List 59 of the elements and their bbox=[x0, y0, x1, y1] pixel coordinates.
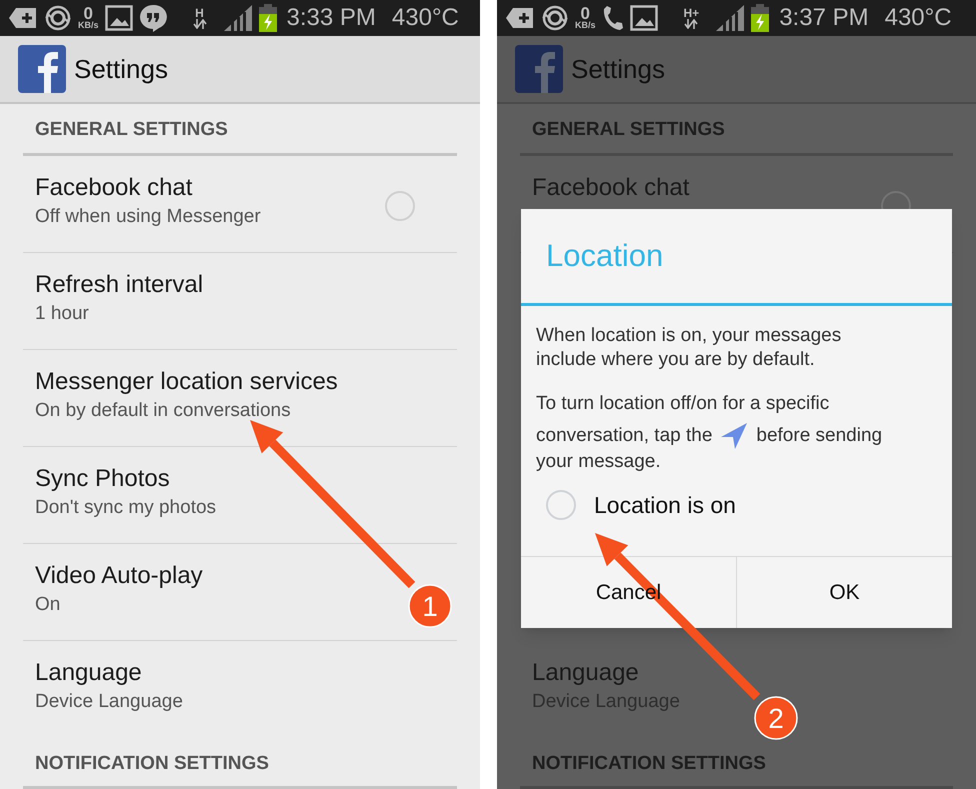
radio-button[interactable] bbox=[546, 490, 576, 520]
image-icon bbox=[630, 5, 658, 31]
dialog-button[interactable]: OK bbox=[736, 557, 952, 628]
setting-title: Language bbox=[532, 658, 639, 688]
network-type: H bbox=[195, 7, 204, 19]
dialog-hint-line: conversation, tap the bbox=[536, 424, 712, 448]
dialog-hint-line: your message. bbox=[536, 450, 661, 474]
data-unit: KB/s bbox=[78, 21, 99, 30]
sync-icon bbox=[44, 4, 72, 32]
section-header: GENERAL SETTINGS bbox=[532, 119, 725, 140]
setting-summary: On bbox=[35, 592, 60, 616]
screen-title: Settings bbox=[571, 52, 665, 86]
setting-title: Messenger location services bbox=[35, 366, 338, 396]
charging-battery-icon bbox=[751, 4, 770, 32]
data-arrows-icon bbox=[192, 19, 207, 29]
setting-summary: 1 hour bbox=[35, 302, 89, 326]
data-unit: KB/s bbox=[575, 21, 596, 30]
facebook-logo-icon bbox=[515, 45, 563, 93]
sync-icon bbox=[541, 4, 569, 32]
step-number-badge: 1 bbox=[408, 584, 452, 628]
setting-title: Sync Photos bbox=[35, 464, 170, 494]
phone-icon bbox=[602, 5, 624, 31]
signal-icon bbox=[222, 4, 253, 32]
facebook-logo-icon bbox=[18, 45, 66, 93]
clock: 3:37 PM bbox=[779, 3, 869, 33]
checkbox[interactable] bbox=[385, 190, 415, 220]
section-header: NOTIFICATION SETTINGS bbox=[532, 752, 766, 774]
dialog-hint-line: To turn location off/on for a specific bbox=[536, 392, 830, 416]
setting-summary: On by default in conversations bbox=[35, 398, 291, 422]
data-rate: 0 bbox=[84, 6, 93, 21]
charging-battery-icon bbox=[258, 4, 277, 32]
section-header: GENERAL SETTINGS bbox=[35, 119, 228, 140]
temperature: 430°C bbox=[884, 3, 952, 33]
setting-title: Video Auto-play bbox=[35, 560, 203, 590]
dialog-hint-line: before sending bbox=[756, 424, 882, 448]
setting-summary: Off when using Messenger bbox=[35, 204, 261, 228]
setting-summary: Don't sync my photos bbox=[35, 496, 216, 520]
setting-title: Refresh interval bbox=[35, 270, 204, 300]
screen-title: Settings bbox=[74, 52, 168, 86]
setting-title: Language bbox=[35, 658, 142, 688]
setting-summary: Device Language bbox=[35, 690, 183, 714]
section-header: NOTIFICATION SETTINGS bbox=[35, 752, 269, 774]
image-icon bbox=[104, 5, 133, 31]
data-arrows-icon bbox=[684, 19, 698, 29]
dialog-message: When location is on, your messages include where you are by default. bbox=[536, 324, 842, 372]
setting-title: Facebook chat bbox=[532, 172, 690, 202]
option-label: Location is on bbox=[594, 491, 736, 520]
step-number-badge: 2 bbox=[754, 696, 798, 740]
signal-icon bbox=[715, 4, 746, 32]
clock: 3:33 PM bbox=[286, 3, 376, 33]
temperature: 430°C bbox=[392, 3, 459, 33]
tag-plus-icon bbox=[8, 7, 38, 29]
dialog-title: Location bbox=[546, 236, 664, 275]
navigation-arrow-icon bbox=[720, 422, 748, 450]
setting-title: Facebook chat bbox=[35, 172, 192, 202]
chat-bubble-icon bbox=[138, 4, 167, 32]
data-rate: 0 bbox=[580, 6, 590, 21]
network-type: H+ bbox=[684, 7, 700, 19]
tag-plus-icon bbox=[505, 7, 535, 29]
